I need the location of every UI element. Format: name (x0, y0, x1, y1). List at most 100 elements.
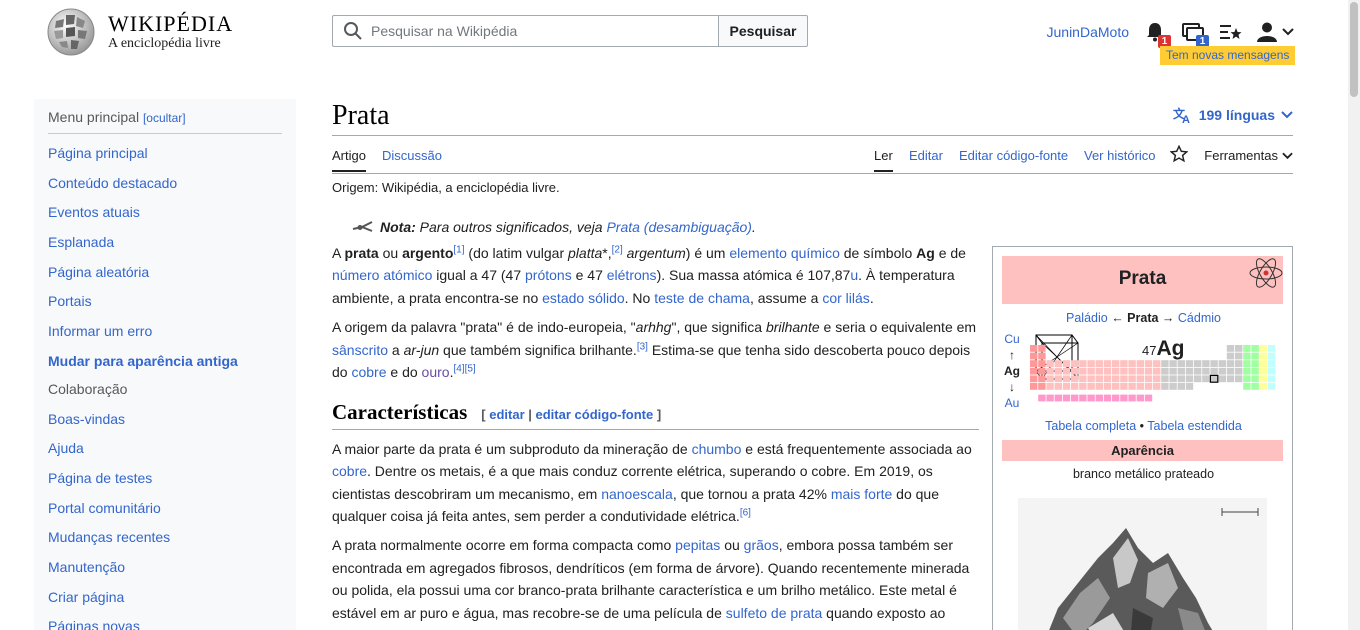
paragraph-intro: A prata ou argento[1] (do latim vulgar p… (332, 244, 966, 306)
wordmark: WIKIPÉDIA (108, 11, 234, 36)
section-edit-link[interactable]: editar (489, 407, 524, 422)
link-sanskrit[interactable]: sânscrito (332, 342, 388, 358)
link-atomic-number[interactable]: número atómico (332, 267, 432, 283)
messages-tray-icon[interactable]: 1 (1181, 20, 1209, 48)
full-table-link[interactable]: Tabela completa (1045, 419, 1136, 433)
sidebar-item-village-pump[interactable]: Esplanada (48, 223, 282, 253)
link-solid-state[interactable]: estado sólido (542, 290, 625, 306)
tab-talk[interactable]: Discussão (382, 148, 442, 163)
sidebar-section-collaboration: Colaboração (48, 380, 128, 397)
paragraph-characteristics-2: A prata normalmente ocorre em forma comp… (332, 537, 970, 621)
link-copper-2[interactable]: cobre (332, 463, 367, 479)
infobox-neighbors: Paládio ← Prata → Cádmio (1066, 311, 1221, 325)
mini-periodic-table (1030, 345, 1276, 402)
sidebar-item-legacy-skin[interactable]: Mudar para aparência antiga (48, 342, 282, 372)
sidebar-item-report-error[interactable]: Informar um erro (48, 312, 282, 342)
sidebar-item-main-page[interactable]: Página principal (48, 134, 282, 164)
link-lilac[interactable]: cor lilás (822, 290, 869, 306)
ref-3[interactable]: [3] (637, 341, 648, 352)
disambiguation-icon (352, 221, 373, 232)
silver-crystal-image[interactable] (1018, 498, 1267, 630)
link-nanoscale[interactable]: nanoescala (601, 486, 673, 502)
sidebar-item-portals[interactable]: Portais (48, 282, 282, 312)
user-menu-icon[interactable] (1257, 20, 1295, 44)
search-input[interactable] (371, 23, 701, 39)
tab-edit[interactable]: Editar (909, 148, 943, 163)
new-messages-notice[interactable]: Tem novas mensagens (1160, 46, 1296, 65)
tab-read[interactable]: Ler (874, 148, 893, 172)
link-stronger[interactable]: mais forte (831, 486, 892, 502)
link-gold[interactable]: ouro (422, 364, 450, 380)
hide-menu-button[interactable]: [ocultar] (143, 111, 186, 125)
search-box (332, 15, 718, 47)
wikipedia-globe-icon (47, 8, 95, 56)
periodic-table-position: Cu ↑ Ag ↓ Au 47Ag (1002, 331, 1283, 411)
infobox-table-links: Tabela completa • Tabela estendida (1045, 419, 1242, 433)
site-subtitle: Origem: Wikipédia, a enciclopédia livre. (332, 180, 560, 195)
hatnote-end: . (751, 219, 756, 235)
hatnote-label: Nota: (380, 219, 416, 235)
sidebar-item-welcome[interactable]: Boas-vindas (48, 400, 282, 430)
tagline: A enciclopédia livre (108, 36, 221, 51)
sidebar-item-create-page[interactable]: Criar página (48, 578, 282, 608)
section-edit-links: [ editar | editar código-fonte ] (481, 407, 662, 423)
username-link[interactable]: JuninDaMoto (1047, 24, 1130, 40)
tab-history[interactable]: Ver histórico (1084, 148, 1156, 163)
link-chemical-element[interactable]: elemento químico (729, 245, 840, 261)
group-element: Ag (1004, 364, 1020, 378)
below-element-link[interactable]: Au (1002, 395, 1022, 411)
main-menu-header: Menu principal [ocultar] (48, 109, 282, 134)
element-infobox: Prata Paládio ← Prata → Cádmio Cu ↑ Ag ↓… (992, 246, 1293, 630)
main-content: Prata 文A 199 línguas Artigo Discussão Le… (332, 99, 1293, 630)
search-icon (344, 22, 362, 40)
link-grains[interactable]: grãos (744, 537, 779, 553)
page-tabs: Artigo Discussão Ler Editar Editar códig… (332, 136, 1293, 174)
link-unit[interactable]: u (850, 267, 858, 283)
tab-edit-source[interactable]: Editar código-fonte (959, 148, 1068, 163)
sidebar-item-community-portal[interactable]: Portal comunitário (48, 489, 282, 519)
tab-article[interactable]: Artigo (332, 148, 366, 172)
sidebar-item-current-events[interactable]: Eventos atuais (48, 193, 282, 223)
link-copper[interactable]: cobre (351, 364, 386, 380)
sidebar-item-maintenance[interactable]: Manutenção (48, 548, 282, 578)
wikipedia-logo[interactable]: WIKIPÉDIA A enciclopédia livre (46, 7, 246, 57)
prev-element-link[interactable]: Paládio (1066, 311, 1108, 325)
page-title: Prata (332, 100, 390, 131)
silver-crystal-picture (1018, 498, 1267, 630)
sidebar-item-sandbox[interactable]: Página de testes (48, 459, 282, 489)
scrollbar-thumb[interactable] (1350, 2, 1358, 97)
tools-label: Ferramentas (1204, 148, 1278, 163)
next-element-link[interactable]: Cádmio (1178, 311, 1221, 325)
watchlist-icon[interactable] (1219, 20, 1243, 44)
languages-button[interactable]: 文A 199 línguas (1173, 106, 1293, 124)
ref-6[interactable]: [6] (740, 507, 751, 518)
sidebar-item-recent-changes[interactable]: Mudanças recentes (48, 518, 282, 548)
infobox-title: Prata (1002, 256, 1283, 304)
link-lead[interactable]: chumbo (692, 441, 742, 457)
ref-2[interactable]: [2] (612, 244, 623, 255)
ref-1[interactable]: [1] (453, 244, 464, 255)
section-edit-source-link[interactable]: editar código-fonte (536, 407, 654, 422)
watch-star-icon[interactable] (1169, 144, 1189, 166)
notifications-bell-icon[interactable]: 1 (1143, 20, 1171, 48)
sidebar-item-featured[interactable]: Conteúdo destacado (48, 164, 282, 194)
appearance-header: Aparência (1002, 440, 1283, 461)
search-button[interactable]: Pesquisar (718, 15, 808, 47)
link-protons[interactable]: prótons (525, 267, 572, 283)
link-electrons[interactable]: elétrons (607, 267, 657, 283)
link-nuggets[interactable]: pepitas (675, 537, 720, 553)
sidebar-item-random[interactable]: Página aleatória (48, 253, 282, 283)
above-element-link[interactable]: Cu (1002, 331, 1022, 347)
paragraph-origin: A origem da palavra "prata" é de indo-eu… (332, 319, 977, 381)
link-flame-test[interactable]: teste de chama (654, 290, 750, 306)
sidebar-item-help[interactable]: Ajuda (48, 429, 282, 459)
title-row: Prata 文A 199 línguas (332, 99, 1293, 136)
page-scrollbar[interactable] (1348, 0, 1360, 630)
tools-menu[interactable]: Ferramentas (1204, 148, 1293, 163)
sidebar-item-new-pages[interactable]: Páginas novas (48, 607, 282, 630)
extended-table-link[interactable]: Tabela estendida (1147, 419, 1242, 433)
disambiguation-link[interactable]: Prata (desambiguação) (606, 219, 752, 235)
ref-4-5[interactable]: [4][5] (453, 363, 475, 374)
link-silver-sulfide[interactable]: sulfeto de prata (726, 605, 823, 621)
translate-icon: 文A (1173, 106, 1190, 124)
